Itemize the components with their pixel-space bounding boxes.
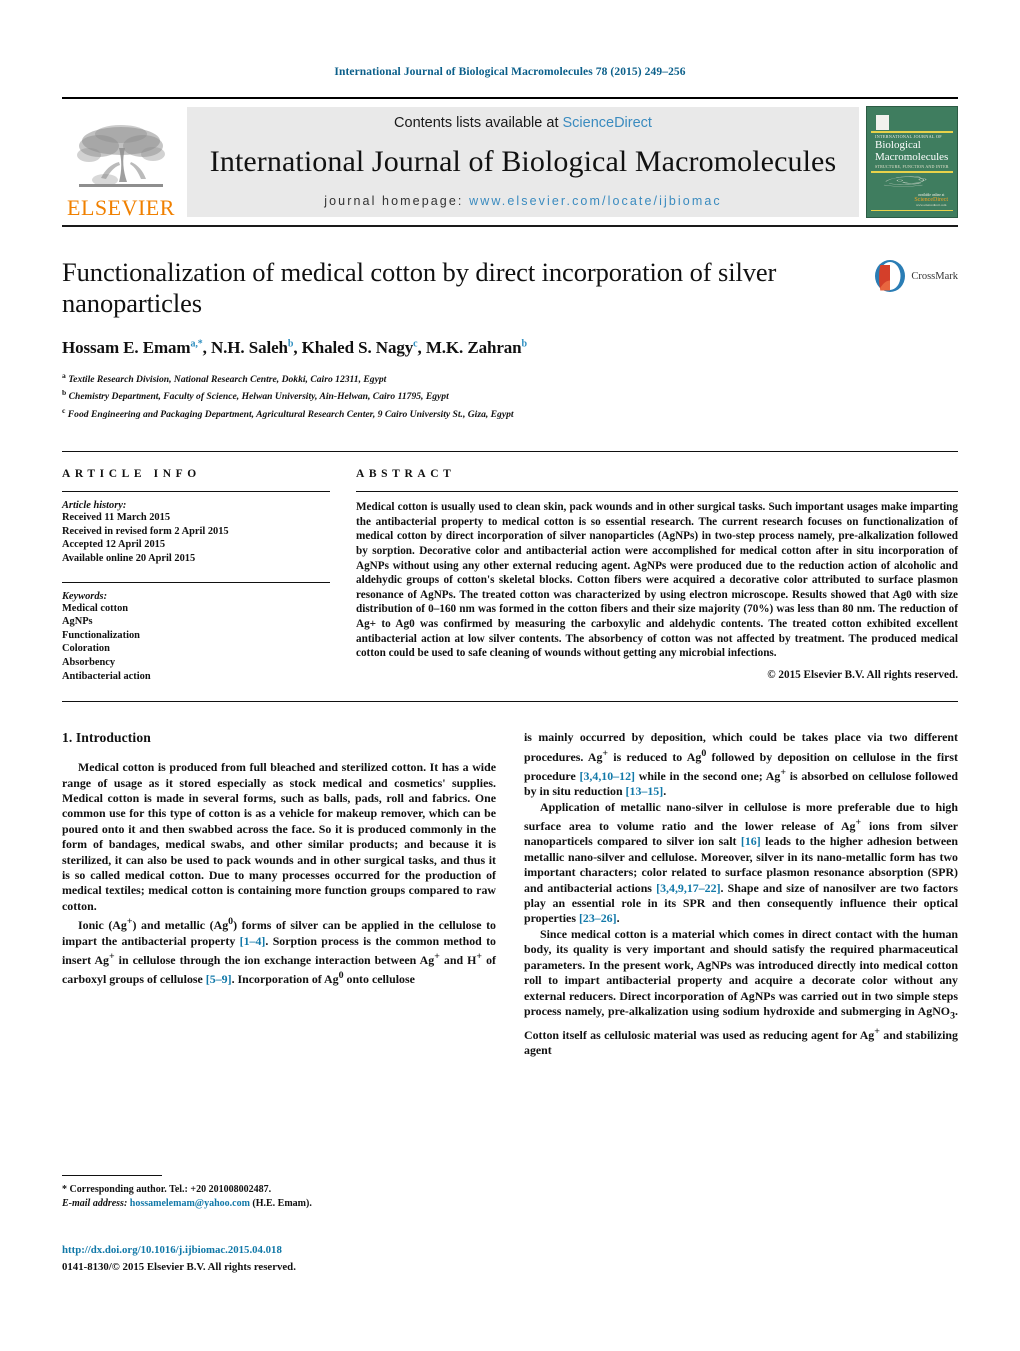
abstract-column: ABSTRACT Medical cotton is usually used … <box>356 468 958 683</box>
doi-link[interactable]: http://dx.doi.org/10.1016/j.ijbiomac.201… <box>62 1243 542 1257</box>
keyword-item: Absorbency <box>62 656 116 668</box>
keyword-item: Functionalization <box>62 629 140 641</box>
author-list: Hossam E. Emama,*, N.H. Salehb, Khaled S… <box>62 338 527 357</box>
journal-masthead: ELSEVIER Contents lists available at Sci… <box>62 97 958 227</box>
paper-page: International Journal of Biological Macr… <box>0 0 1020 1351</box>
cover-title-line2: Macromolecules <box>875 150 949 163</box>
homepage-prefix: journal homepage: <box>324 193 470 208</box>
affiliation-b: b Chemistry Department, Faculty of Scien… <box>62 386 848 403</box>
title-block: Functionalization of medical cotton by d… <box>62 257 958 421</box>
affiliation-text-a: Textile Research Division, National Rese… <box>68 374 387 386</box>
crossmark-badge[interactable]: CrossMark <box>873 259 958 293</box>
email-suffix: (H.E. Emam). <box>249 1197 312 1209</box>
body-left-column: 1. Introduction Medical cotton is produc… <box>62 730 496 1058</box>
article-info-column: ARTICLE INFO Article history: Received 1… <box>62 468 330 683</box>
sciencedirect-link[interactable]: ScienceDirect <box>563 115 652 131</box>
contents-available-line: Contents lists available at ScienceDirec… <box>394 115 652 131</box>
article-history-label: Article history: <box>62 500 127 512</box>
abstract-rule <box>356 491 958 493</box>
footnote-rule <box>62 1175 162 1176</box>
abstract-copyright: © 2015 Elsevier B.V. All rights reserved… <box>767 668 958 681</box>
homepage-url-link[interactable]: www.elsevier.com/locate/ijbiomac <box>469 194 722 208</box>
body-columns: 1. Introduction Medical cotton is produc… <box>62 730 958 1058</box>
intro-paragraph-5: Since medical cotton is a material which… <box>524 926 958 1058</box>
email-line: E-mail address: hossamelemam@yahoo.com (… <box>62 1197 496 1211</box>
article-title: Functionalization of medical cotton by d… <box>62 257 777 318</box>
corresponding-author-footnote: * Corresponding author. Tel.: +20 201008… <box>62 1175 496 1210</box>
doi-block: http://dx.doi.org/10.1016/j.ijbiomac.201… <box>62 1243 542 1275</box>
affiliation-a: a Textile Research Division, National Re… <box>62 369 848 386</box>
intro-paragraph-2: Ionic (Ag+) and metallic (Ag0) forms of … <box>62 916 497 987</box>
keyword-item: Coloration <box>62 643 110 655</box>
elsevier-tree-icon <box>77 125 165 187</box>
cover-rule-bottom <box>871 209 953 211</box>
affiliation-text-b: Chemistry Department, Faculty of Science… <box>68 391 449 403</box>
article-info-rule <box>62 491 330 493</box>
elsevier-wordmark: ELSEVIER <box>67 195 175 220</box>
corresponding-author-line: * Corresponding author. Tel.: +20 201008… <box>62 1184 272 1195</box>
running-head: International Journal of Biological Macr… <box>334 66 686 78</box>
intro-paragraph-1: Medical cotton is produced from full ble… <box>62 760 496 913</box>
contents-prefix: Contents lists available at <box>394 114 563 131</box>
keywords-rule <box>62 581 330 583</box>
email-label: E-mail address: <box>62 1197 128 1209</box>
article-info-heading: ARTICLE INFO <box>62 468 201 481</box>
cover-elsevier-mark-icon <box>876 115 889 130</box>
affiliation-marker-c: c <box>62 405 66 415</box>
affiliations: a Textile Research Division, National Re… <box>62 369 848 421</box>
body-right-column: is mainly occurred by deposition, which … <box>524 730 958 1058</box>
intro-paragraph-4: Application of metallic nano-silver in c… <box>524 799 958 926</box>
affiliation-marker-a: a <box>62 371 66 380</box>
cover-title: Biological Macromolecules <box>875 139 949 163</box>
affiliation-c: c Food Engineering and Packaging Departm… <box>62 404 848 421</box>
crossmark-icon <box>875 260 906 292</box>
keyword-item: Medical cotton <box>62 602 129 614</box>
cover-sciencedirect-url: www.sciencedirect.com <box>915 203 947 207</box>
cover-molecule-illustration-icon <box>883 176 927 187</box>
email-link[interactable]: hossamelemam@yahoo.com <box>130 1198 250 1209</box>
keyword-item: AgNPs <box>62 616 93 628</box>
elsevier-logo: ELSEVIER <box>62 99 180 225</box>
journal-cover-thumbnail: INTERNATIONAL JOURNAL OF Biological Macr… <box>866 106 958 218</box>
cover-rule-top <box>871 131 953 133</box>
masthead-center: Contents lists available at ScienceDirec… <box>187 107 859 217</box>
abstract-bottom-rule <box>62 701 958 703</box>
cover-inner: INTERNATIONAL JOURNAL OF Biological Macr… <box>871 111 953 213</box>
journal-title: International Journal of Biological Macr… <box>209 144 837 178</box>
info-abstract-region: ARTICLE INFO Article history: Received 1… <box>62 451 958 683</box>
abstract-heading: ABSTRACT <box>356 468 456 481</box>
journal-homepage-line: journal homepage: www.elsevier.com/locat… <box>324 194 722 208</box>
history-accepted: Accepted 12 April 2015 <box>62 539 166 551</box>
cover-footer: available online at ScienceDirect www.sc… <box>914 193 948 207</box>
keywords-label: Keywords: <box>62 590 108 602</box>
affiliation-marker-b: b <box>62 388 67 398</box>
cover-title-line1: Biological <box>875 139 921 151</box>
section-heading-introduction: 1. Introduction <box>62 730 151 746</box>
keyword-item: Antibacterial action <box>62 670 151 682</box>
history-received: Received 11 March 2015 <box>62 512 171 524</box>
cover-subtitle: STRUCTURE, FUNCTION AND INTERACTIONS <box>875 164 949 169</box>
affiliation-text-c: Food Engineering and Packaging Departmen… <box>67 408 514 420</box>
crossmark-label: CrossMark <box>911 270 958 282</box>
history-available-online: Available online 20 April 2015 <box>62 552 196 564</box>
abstract-text: Medical cotton is usually used to clean … <box>356 501 958 660</box>
cover-artwork <box>877 173 947 187</box>
issn-copyright-line: 0141-8130/© 2015 Elsevier B.V. All right… <box>62 1261 296 1273</box>
intro-paragraph-3: is mainly occurred by deposition, which … <box>524 730 958 799</box>
history-revised: Received in revised form 2 April 2015 <box>62 525 229 537</box>
